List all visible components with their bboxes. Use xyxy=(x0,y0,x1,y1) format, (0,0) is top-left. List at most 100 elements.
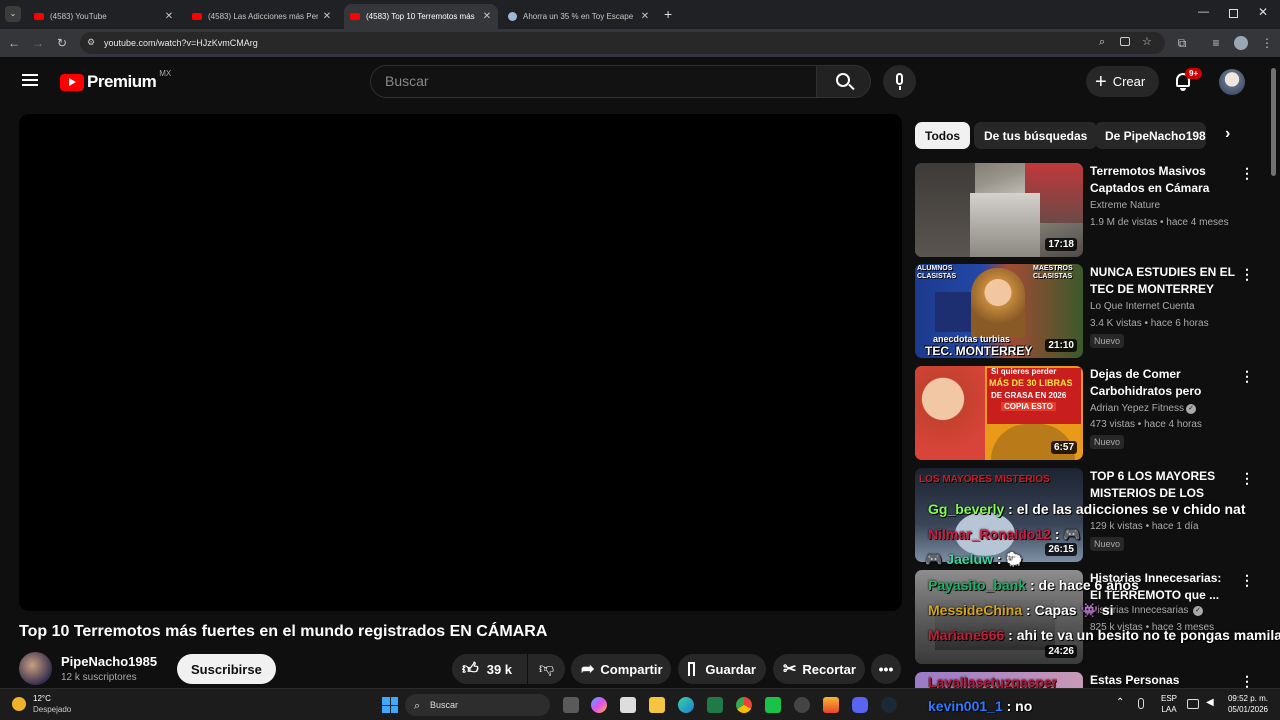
channel-avatar[interactable] xyxy=(19,652,52,685)
search-button[interactable] xyxy=(816,65,871,98)
store-icon[interactable] xyxy=(620,697,636,713)
tray-chevron-icon[interactable]: ⌃ xyxy=(1116,697,1124,708)
video-thumbnail[interactable]: 17:18 xyxy=(915,163,1083,257)
more-options-icon[interactable]: ⋮ xyxy=(1240,470,1254,487)
like-button[interactable]: 👍︎ 39 k xyxy=(452,654,527,684)
close-tab-icon[interactable]: ✕ xyxy=(640,11,650,22)
video-player[interactable] xyxy=(19,114,902,611)
maximize-icon[interactable] xyxy=(1229,9,1238,18)
reading-list-icon[interactable]: ≡ xyxy=(1208,35,1224,51)
zoom-icon[interactable]: ⌕ xyxy=(1099,36,1105,49)
taskbar-search[interactable]: ⌕ Buscar xyxy=(405,694,550,716)
new-badge: Nuevo xyxy=(1090,334,1125,348)
bookmark-star-icon[interactable]: ☆ xyxy=(1142,35,1152,48)
create-button[interactable]: + Crear xyxy=(1086,66,1159,97)
close-tab-icon[interactable]: ✕ xyxy=(164,11,174,22)
tab-search-button[interactable]: ⌄ xyxy=(5,6,21,22)
chat-message: 🎮 Jaeluw : 🐑 xyxy=(925,551,1023,568)
profile-avatar[interactable] xyxy=(1234,36,1248,50)
recommendation-title[interactable]: Terremotos Masivos Captados en Cámara xyxy=(1090,163,1235,197)
edge-icon[interactable] xyxy=(678,697,694,713)
search-input[interactable]: Buscar xyxy=(370,65,817,98)
chip-de-pipenacho[interactable]: De PipeNacho1985 xyxy=(1095,122,1206,149)
more-options-icon[interactable]: ⋮ xyxy=(1240,165,1254,182)
new-tab-icon[interactable]: + xyxy=(664,6,672,22)
tab-youtube-home[interactable]: (4583) YouTube ✕ xyxy=(28,4,180,29)
dislike-button[interactable]: 👎︎ xyxy=(528,654,565,684)
network-icon[interactable] xyxy=(1187,699,1199,709)
youtube-logo[interactable]: Premium MX xyxy=(60,69,171,91)
more-actions-button[interactable]: ••• xyxy=(871,654,901,684)
browser-menu-icon[interactable]: ⋮ xyxy=(1259,35,1275,51)
chip-de-tus-busquedas[interactable]: De tus búsquedas xyxy=(974,122,1098,149)
app-green-icon[interactable] xyxy=(765,697,781,713)
recommendation-channel[interactable]: Lo Que Internet Cuenta xyxy=(1090,301,1195,312)
recommendation-title[interactable]: Estas Personas Grabaron xyxy=(1090,672,1235,688)
recommendation-title[interactable]: Dejas de Comer Carbohidratos pero Sigue.… xyxy=(1090,366,1235,400)
steam-icon[interactable] xyxy=(881,697,897,713)
recommendation-channel[interactable]: Extreme Nature xyxy=(1090,200,1160,211)
recommendation-title[interactable]: TOP 6 LOS MAYORES MISTERIOS DE LOS POLOS xyxy=(1090,468,1235,502)
obs-icon[interactable] xyxy=(794,697,810,713)
notifications-button[interactable]: 9+ xyxy=(1173,68,1203,93)
address-bar[interactable]: ⚙ youtube.com/watch?v=HJzKvmCMArg ⌕ ☆ xyxy=(80,32,1165,54)
share-button[interactable]: ➦ Compartir xyxy=(571,654,671,684)
clip-button[interactable]: ✂ Recortar xyxy=(773,654,865,684)
install-app-icon[interactable] xyxy=(1120,37,1130,46)
thumbnail-text: MAESTROS CLASISTAS xyxy=(1033,265,1073,280)
more-options-icon[interactable]: ⋮ xyxy=(1240,572,1254,589)
volume-icon[interactable]: ◀ xyxy=(1206,697,1214,708)
excel-icon[interactable] xyxy=(707,697,723,713)
subscribe-button[interactable]: Suscribirse xyxy=(177,654,276,684)
notification-count-badge: 9+ xyxy=(1185,68,1203,79)
new-badge: Nuevo xyxy=(1090,435,1125,449)
weather-widget[interactable]: 12°C Despejado xyxy=(12,693,102,717)
save-button[interactable]: Guardar xyxy=(678,654,766,684)
video-thumbnail[interactable]: Si quieres perder MÁS DE 30 LIBRAS DE GR… xyxy=(915,366,1083,460)
language-code: ESP xyxy=(1161,694,1178,703)
clip-label: Recortar xyxy=(802,661,856,677)
clock[interactable]: 09:52 p. m. 05/01/2026 xyxy=(1226,693,1268,715)
more-options-icon[interactable]: ⋮ xyxy=(1240,266,1254,283)
chevron-right-icon[interactable]: › xyxy=(1225,125,1230,143)
minimize-icon[interactable]: — xyxy=(1198,6,1209,18)
close-tab-icon[interactable]: ✕ xyxy=(322,11,332,22)
file-explorer-icon[interactable] xyxy=(649,697,665,713)
thumbnail-text: Si quieres perder xyxy=(991,367,1057,376)
hamburger-menu-icon[interactable] xyxy=(22,74,38,86)
bookmark-icon xyxy=(688,662,696,676)
recommendation-channel[interactable]: Adrian Yepez Fitness xyxy=(1090,403,1184,414)
video-thumbnail[interactable]: ALUMNOS CLASISTAS MAESTROS CLASISTAS ane… xyxy=(915,264,1083,358)
microphone-icon xyxy=(896,73,903,85)
create-label: Crear xyxy=(1112,74,1146,89)
chrome-icon[interactable] xyxy=(736,697,752,713)
chip-todos[interactable]: Todos xyxy=(915,122,971,149)
chat-message: MessideChina : Capas 👾 si xyxy=(928,602,1114,619)
more-options-icon[interactable]: ⋮ xyxy=(1240,368,1254,385)
start-windows-icon[interactable] xyxy=(382,697,398,713)
save-label: Guardar xyxy=(705,661,756,677)
chat-text: de hace 6 años xyxy=(1034,577,1139,593)
discord-icon[interactable] xyxy=(852,697,868,713)
extensions-icon[interactable]: ⧉ xyxy=(1174,35,1190,51)
microphone-tray-icon[interactable] xyxy=(1138,698,1144,709)
site-info-icon[interactable]: ⚙ xyxy=(87,37,95,48)
tab-steam-offer[interactable]: Ahorra un 35 % en Toy Escape ✕ xyxy=(502,4,656,29)
reload-icon[interactable]: ↻ xyxy=(54,35,70,51)
app-stack-icon[interactable] xyxy=(823,697,839,713)
channel-name[interactable]: PipeNacho1985 xyxy=(61,654,157,669)
thumbs-up-icon: 👍︎ xyxy=(462,660,479,678)
voice-search-button[interactable] xyxy=(883,65,916,98)
copilot-icon[interactable] xyxy=(591,697,607,713)
back-arrow-icon[interactable]: ← xyxy=(6,35,22,51)
task-view-icon[interactable] xyxy=(563,697,579,713)
recommendation-title[interactable]: NUNCA ESTUDIES EN EL TEC DE MONTERREY 💀.… xyxy=(1090,264,1235,298)
page-scrollbar[interactable] xyxy=(1271,68,1276,176)
account-avatar[interactable] xyxy=(1219,69,1245,95)
language-indicator[interactable]: ESP LAA xyxy=(1161,693,1177,715)
close-tab-icon[interactable]: ✕ xyxy=(482,11,492,22)
tab-terremotos[interactable]: (4583) Top 10 Terremotos más ✕ xyxy=(344,4,498,29)
forward-arrow-icon[interactable]: → xyxy=(30,35,46,51)
close-window-icon[interactable]: ✕ xyxy=(1258,5,1268,19)
tab-adicciones[interactable]: (4583) Las Adicciones más Pert ✕ xyxy=(186,4,338,29)
